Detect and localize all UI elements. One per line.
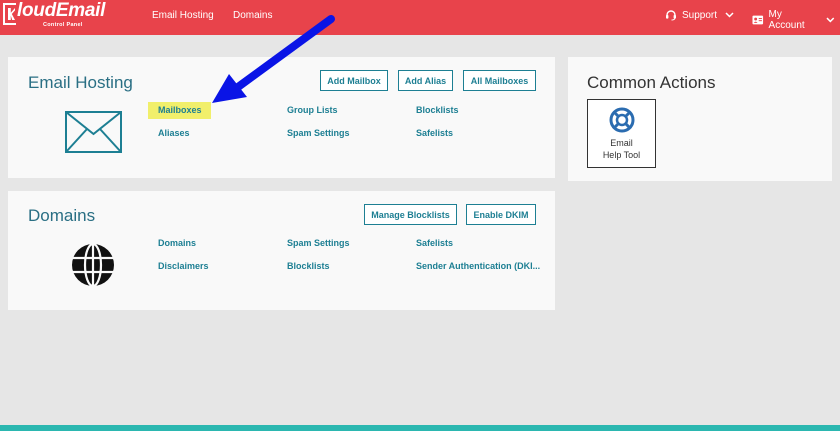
nav-support-menu[interactable]: Support	[665, 9, 739, 21]
nav-domains[interactable]: Domains	[233, 10, 272, 21]
nav-account-menu[interactable]: My Account	[752, 9, 840, 31]
nav-support-label: Support	[682, 9, 718, 21]
mailboxes-link[interactable]: Mailboxes	[158, 105, 202, 115]
email-hosting-title: Email Hosting	[28, 73, 133, 92]
chevron-down-icon	[826, 17, 835, 23]
common-actions-title: Common Actions	[587, 73, 716, 92]
domain-safelists-link[interactable]: Safelists	[416, 238, 453, 248]
add-alias-button[interactable]: Add Alias	[398, 70, 453, 91]
sender-authentication-link[interactable]: Sender Authentication (DKI...	[416, 261, 540, 271]
lifebuoy-icon	[609, 107, 635, 133]
email-help-tool-button[interactable]: Email Help Tool	[587, 99, 656, 168]
footer-strip	[0, 425, 840, 431]
aliases-link[interactable]: Aliases	[158, 128, 190, 138]
group-lists-link[interactable]: Group Lists	[287, 105, 338, 115]
kloudemail-logo[interactable]: loudEmail Control Panel	[3, 0, 109, 30]
support-headset-icon	[666, 10, 676, 21]
domain-blocklists-link[interactable]: Blocklists	[287, 261, 330, 271]
disclaimers-link[interactable]: Disclaimers	[158, 261, 209, 271]
all-mailboxes-button[interactable]: All Mailboxes	[463, 70, 536, 91]
top-navbar: loudEmail Control Panel Email Hosting Do…	[0, 0, 840, 35]
blocklists-link[interactable]: Blocklists	[416, 105, 459, 115]
safelists-link[interactable]: Safelists	[416, 128, 453, 138]
logo-k-mark	[3, 3, 16, 25]
enable-dkim-button[interactable]: Enable DKIM	[466, 204, 536, 225]
chevron-down-icon	[725, 12, 734, 18]
spam-settings-link[interactable]: Spam Settings	[287, 128, 350, 138]
domains-title: Domains	[28, 206, 96, 225]
envelope-icon	[65, 111, 122, 153]
account-card-icon	[752, 15, 764, 25]
email-help-label-line2: Help Tool	[602, 150, 641, 160]
globe-icon	[72, 243, 114, 287]
add-mailbox-button[interactable]: Add Mailbox	[320, 70, 388, 91]
logo-name: loudEmail	[17, 0, 106, 21]
nav-account-label: My Account	[768, 9, 805, 31]
email-help-label-line1: Email	[610, 138, 633, 148]
domains-link[interactable]: Domains	[158, 238, 196, 248]
domain-spam-settings-link[interactable]: Spam Settings	[287, 238, 350, 248]
manage-blocklists-button[interactable]: Manage Blocklists	[364, 204, 457, 225]
nav-email-hosting[interactable]: Email Hosting	[152, 10, 214, 21]
logo-subtitle: Control Panel	[43, 22, 83, 28]
